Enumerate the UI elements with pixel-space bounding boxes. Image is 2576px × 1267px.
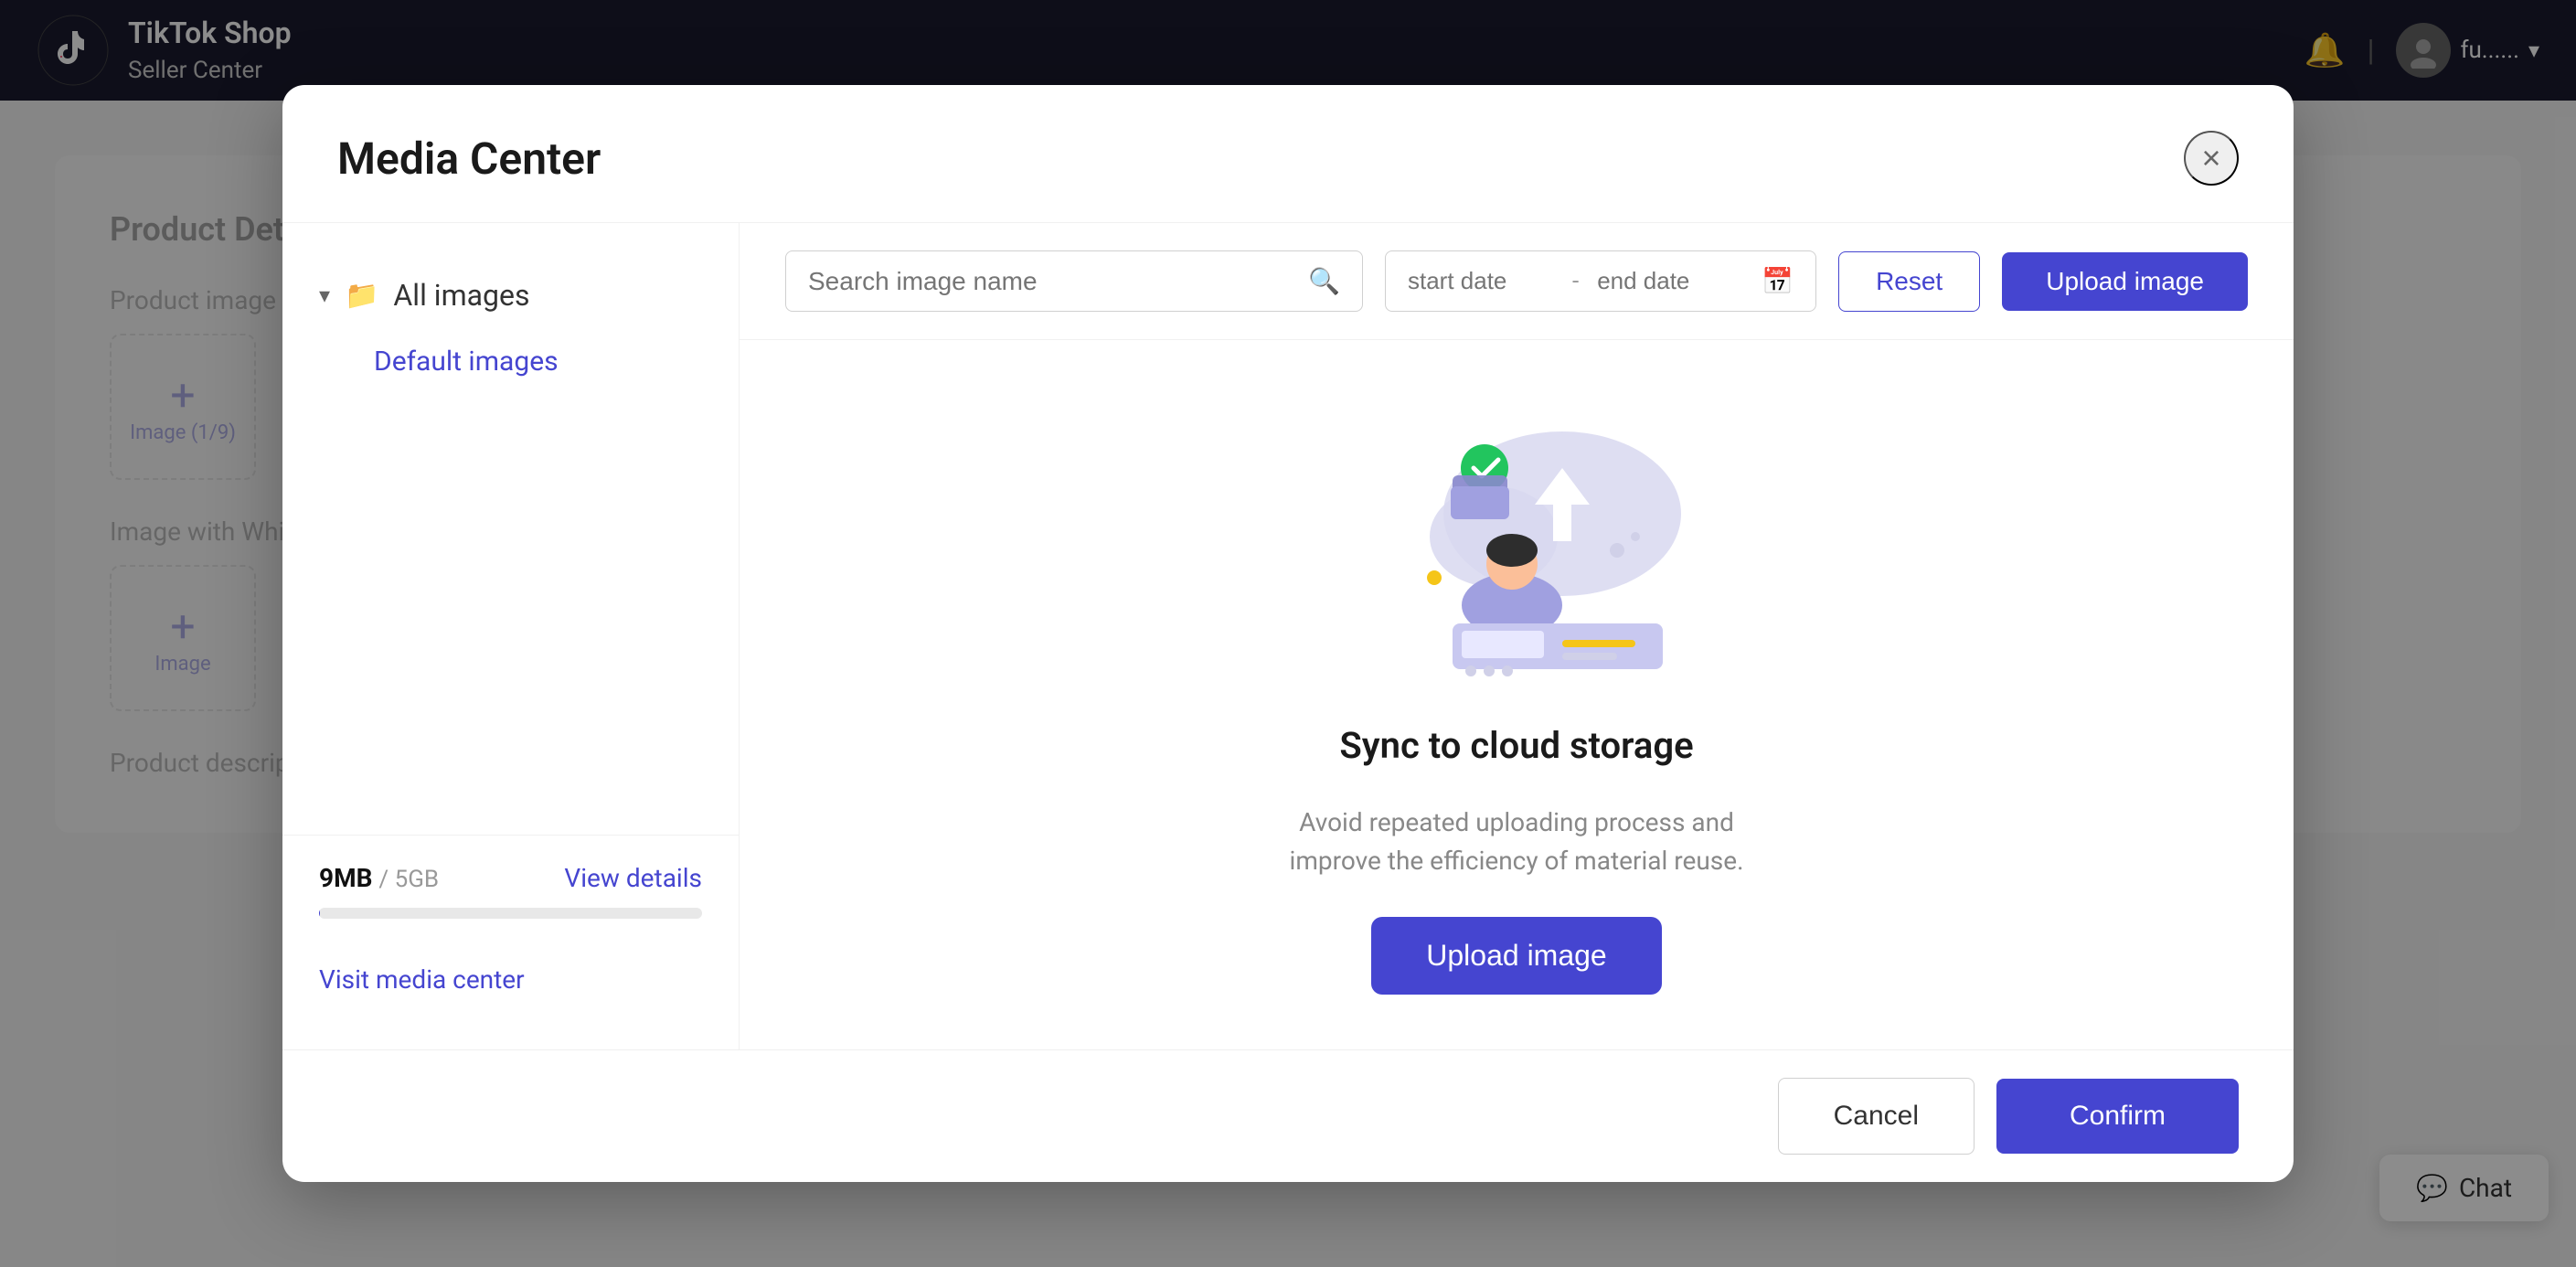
reset-button[interactable]: Reset (1838, 251, 1980, 312)
empty-state-area: Sync to cloud storage Avoid repeated upl… (740, 340, 2294, 1049)
folder-icon: 📁 (345, 280, 378, 312)
empty-state-title: Sync to cloud storage (1339, 724, 1693, 767)
confirm-label: Confirm (2070, 1101, 2166, 1131)
calendar-icon[interactable]: 📅 (1762, 266, 1794, 296)
media-center-modal: Media Center × ▾ 📁 All images Default im… (282, 85, 2294, 1182)
modal-main-area: 🔍 - 📅 Reset Upload image (740, 223, 2294, 1049)
upload-image-button-top[interactable]: Upload image (2002, 252, 2248, 311)
start-date-input[interactable] (1408, 267, 1554, 295)
upload-label-center: Upload image (1426, 939, 1606, 972)
modal-footer: Cancel Confirm (282, 1049, 2294, 1182)
storage-section: 9MB / 5GB View details (282, 835, 739, 946)
upload-image-button-center[interactable]: Upload image (1371, 917, 1661, 995)
chevron-down-icon: ▾ (319, 282, 330, 308)
modal-toolbar: 🔍 - 📅 Reset Upload image (740, 223, 2294, 340)
modal-header: Media Center × (282, 85, 2294, 223)
modal-title: Media Center (337, 133, 601, 185)
confirm-button[interactable]: Confirm (1996, 1079, 2239, 1154)
sync-illustration (1334, 395, 1699, 687)
visit-media-center-label: Visit media center (319, 964, 525, 995)
storage-bar-fill (319, 908, 320, 919)
modal-close-button[interactable]: × (2184, 131, 2239, 186)
search-icon: 🔍 (1308, 266, 1340, 296)
reset-label: Reset (1876, 267, 1943, 295)
storage-used-display: 9MB / 5GB (319, 863, 439, 893)
modal-body: ▾ 📁 All images Default images 9MB / 5GB … (282, 223, 2294, 1049)
search-input[interactable] (808, 267, 1293, 296)
sidebar-default-images-item[interactable]: Default images (282, 331, 739, 392)
close-icon: × (2201, 139, 2220, 177)
modal-sidebar: ▾ 📁 All images Default images 9MB / 5GB … (282, 223, 740, 1049)
view-details-link[interactable]: View details (564, 863, 702, 893)
cancel-label: Cancel (1834, 1101, 1919, 1131)
search-box: 🔍 (785, 250, 1363, 312)
storage-separator: / (378, 866, 394, 893)
visit-media-center-link[interactable]: Visit media center (282, 946, 739, 1013)
upload-label-top: Upload image (2046, 267, 2204, 295)
storage-bar (319, 908, 702, 919)
sidebar-all-images-item[interactable]: ▾ 📁 All images (282, 260, 739, 331)
cancel-button[interactable]: Cancel (1778, 1078, 1975, 1155)
date-range-picker: - 📅 (1385, 250, 1816, 312)
default-images-label: Default images (374, 346, 559, 378)
date-range-separator: - (1572, 268, 1579, 295)
all-images-label: All images (393, 278, 529, 313)
empty-state-subtitle: Avoid repeated uploading process and imp… (1290, 804, 1744, 880)
storage-info: 9MB / 5GB View details (319, 863, 702, 893)
storage-used-value: 9MB (319, 863, 372, 893)
end-date-input[interactable] (1597, 267, 1743, 295)
storage-total-value: 5GB (395, 866, 440, 893)
